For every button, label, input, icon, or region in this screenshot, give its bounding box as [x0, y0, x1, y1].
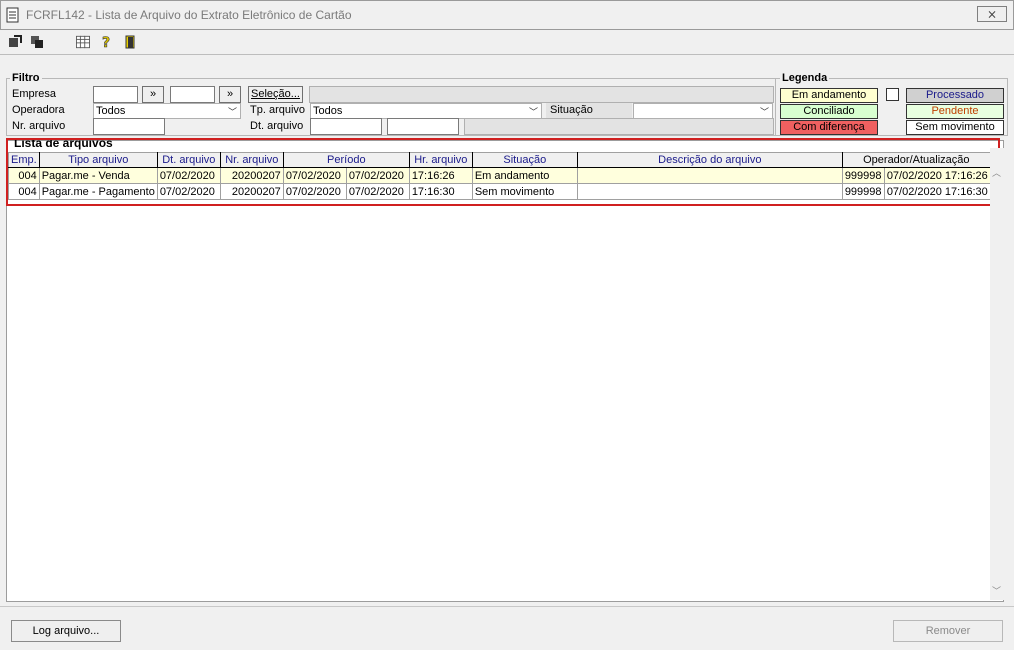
chevron-down-icon: ﹀: [227, 107, 237, 117]
empresa-label: Empresa: [12, 88, 57, 100]
toolbar-separator: [0, 54, 1014, 55]
selecao-display: [309, 86, 774, 103]
legend-group-label: Legenda: [780, 72, 830, 84]
export-icon[interactable]: [8, 35, 22, 49]
close-button[interactable]: ⨯: [977, 6, 1007, 22]
footer-separator: [0, 606, 1014, 607]
empresa-to-lookup-button[interactable]: »: [219, 86, 241, 103]
operadora-label: Operadora: [12, 104, 65, 116]
operadora-select[interactable]: Todos ﹀: [93, 103, 241, 119]
legend-sem-movimento: Sem movimento: [906, 120, 1004, 135]
nr-arquivo-input[interactable]: [93, 118, 165, 135]
legend-processado: Processado: [906, 88, 1004, 103]
legend-em-andamento: Em andamento: [780, 88, 878, 103]
chevron-up-icon[interactable]: ︿: [992, 166, 1001, 179]
empresa-from-input[interactable]: [93, 86, 138, 103]
highlight-box: [6, 138, 1000, 206]
log-arquivo-button[interactable]: Log arquivo...: [11, 620, 121, 642]
situacao-select[interactable]: ﹀: [633, 103, 773, 119]
filter-group-label: Filtro: [10, 72, 42, 84]
exit-door-icon[interactable]: [124, 35, 138, 49]
empresa-to-input[interactable]: [170, 86, 215, 103]
legend-com-diferenca: Com diferença: [780, 120, 878, 135]
situacao-label: Situação: [546, 103, 632, 119]
copy-icon[interactable]: [30, 35, 44, 49]
selecao-button[interactable]: Seleção...: [248, 86, 303, 103]
file-list-area: [6, 140, 1004, 602]
tp-arquivo-select[interactable]: Todos ﹀: [310, 103, 542, 119]
vertical-scrollbar[interactable]: ︿ ﹀: [990, 148, 1004, 600]
remover-button[interactable]: Remover: [893, 620, 1003, 642]
empresa-from-lookup-button[interactable]: »: [142, 86, 164, 103]
document-icon: [6, 7, 20, 23]
dt-arquivo-label: Dt. arquivo: [250, 120, 304, 132]
dt-arquivo-from-input[interactable]: [310, 118, 382, 135]
dt-arquivo-display: [464, 118, 774, 135]
tp-arquivo-label: Tp. arquivo: [250, 104, 306, 116]
chevron-down-icon[interactable]: ﹀: [992, 584, 1001, 597]
legend-checkbox[interactable]: [886, 88, 899, 101]
dt-arquivo-to-input[interactable]: [387, 118, 459, 135]
window-title: FCRFL142 - Lista de Arquivo do Extrato E…: [26, 8, 352, 22]
help-icon[interactable]: ?: [100, 35, 114, 49]
svg-text:?: ?: [102, 35, 110, 49]
operadora-value: Todos: [96, 105, 126, 117]
legend-pendente: Pendente: [906, 104, 1004, 119]
nr-arquivo-label: Nr. arquivo: [12, 120, 66, 132]
legend-conciliado: Conciliado: [780, 104, 878, 119]
grid-icon[interactable]: [76, 35, 90, 49]
tp-arquivo-value: Todos: [313, 105, 343, 117]
